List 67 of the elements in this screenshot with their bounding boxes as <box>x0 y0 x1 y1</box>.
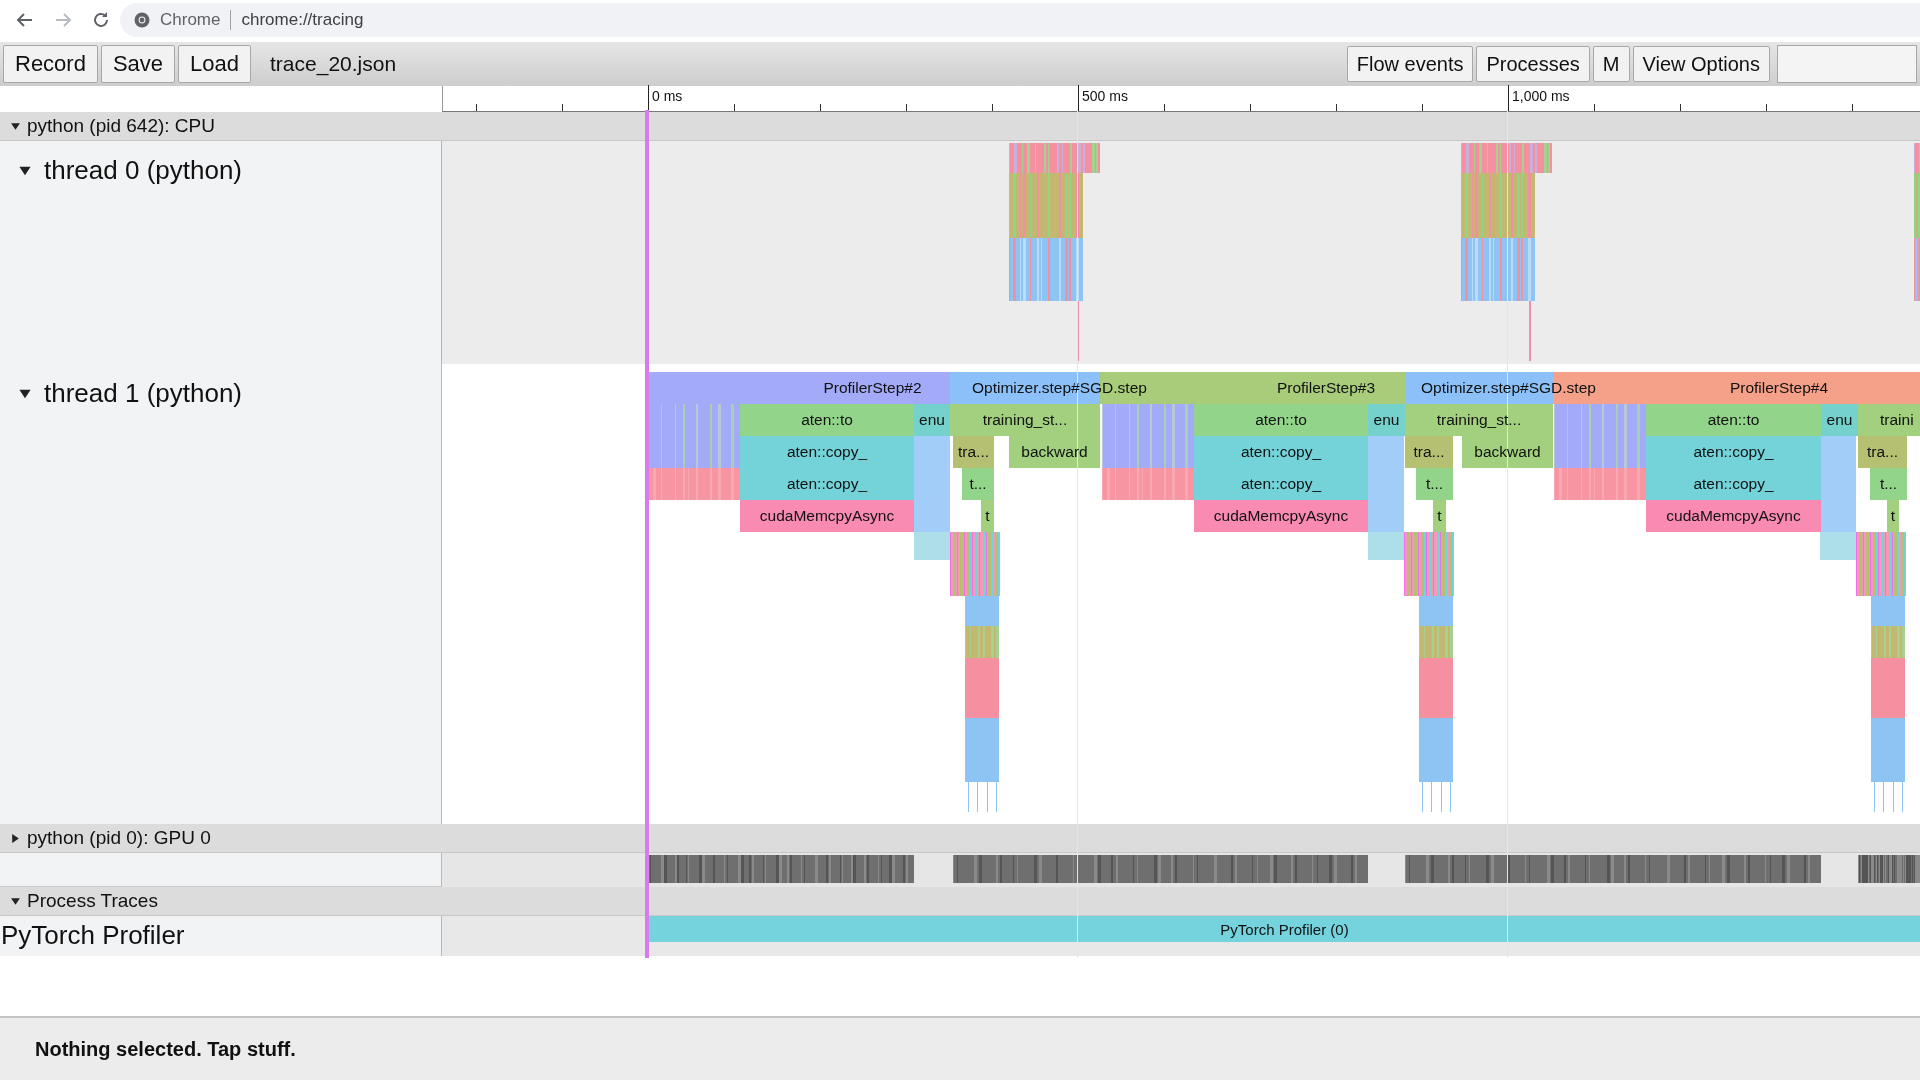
trace-slice[interactable]: training_st... <box>950 404 1100 436</box>
toolbar-button[interactable]: Load <box>178 45 252 83</box>
toolbar-button[interactable]: View Options <box>1632 46 1770 82</box>
trace-slice[interactable]: enu <box>914 404 950 436</box>
trace-slice[interactable]: aten::copy_ <box>1194 436 1368 468</box>
site-label: Chrome <box>160 10 221 30</box>
toolbar-button[interactable]: Processes <box>1476 46 1590 82</box>
trace-slice[interactable]: t <box>1433 500 1446 532</box>
collapse-triangle-icon[interactable] <box>10 120 21 132</box>
process-header[interactable]: python (pid 642): CPU <box>0 112 1920 141</box>
trace-slice[interactable]: cudaMemcpyAsync <box>1646 500 1821 532</box>
time-axis-label: 0 ms <box>652 88 683 104</box>
time-axis-label: 1,000 ms <box>1512 88 1570 104</box>
thread-title: thread 1 (python) <box>44 378 242 409</box>
collapse-triangle-icon[interactable] <box>10 895 21 907</box>
trace-slice[interactable]: aten::copy_ <box>740 436 914 468</box>
time-axis-label: 500 ms <box>1082 88 1128 104</box>
address-bar[interactable]: Chrome chrome://tracing <box>120 3 1920 37</box>
trace-slice[interactable]: t... <box>1416 468 1453 500</box>
chrome-logo-icon <box>134 12 150 28</box>
trace-slice[interactable]: ProfilerStep#4 <box>1600 372 1920 404</box>
trace-slice[interactable]: backward <box>1009 436 1100 468</box>
trace-slice[interactable]: enu <box>1368 404 1405 436</box>
trace-slice[interactable]: PyTorch Profiler (0) <box>649 916 1920 942</box>
trace-slice[interactable]: ProfilerStep#3 <box>1150 372 1405 404</box>
trace-slice[interactable]: t... <box>1870 468 1907 500</box>
expand-triangle-icon[interactable] <box>10 832 21 844</box>
trace-slice[interactable]: aten::copy_ <box>1646 468 1821 500</box>
trace-slice[interactable]: enu <box>1821 404 1858 436</box>
trace-slice[interactable]: traini <box>1858 404 1920 436</box>
toolbar-button[interactable]: M <box>1592 46 1630 82</box>
thread-title: PyTorch Profiler <box>1 920 185 951</box>
process-header[interactable]: Process Traces <box>0 887 1920 916</box>
trace-slice[interactable]: t <box>1887 500 1899 532</box>
trace-slice[interactable]: aten::copy_ <box>1646 436 1821 468</box>
process-title: Process Traces <box>27 890 158 912</box>
trace-slice[interactable]: aten::copy_ <box>1194 468 1368 500</box>
gpu-activity-bar <box>1858 855 1920 883</box>
status-text: Nothing selected. Tap stuff. <box>35 1037 296 1061</box>
trace-slice[interactable]: cudaMemcpyAsync <box>740 500 914 532</box>
trace-slice[interactable]: aten::to <box>1194 404 1368 436</box>
url-text: chrome://tracing <box>241 10 364 30</box>
reload-icon[interactable] <box>91 10 111 30</box>
toolbar-button[interactable]: Record <box>3 45 98 83</box>
trace-slice[interactable]: aten::to <box>1646 404 1821 436</box>
trace-slice[interactable]: cudaMemcpyAsync <box>1194 500 1368 532</box>
trace-slice[interactable]: t <box>981 500 994 532</box>
trace-slice[interactable]: tra... <box>1405 436 1453 468</box>
process-header[interactable]: python (pid 0): GPU 0 <box>0 824 1920 853</box>
thread-title: thread 0 (python) <box>44 155 242 186</box>
toolbar-button[interactable]: Flow events <box>1346 46 1474 82</box>
trace-slice[interactable]: tra... <box>1858 436 1907 468</box>
trace-slice[interactable]: aten::copy_ <box>740 468 914 500</box>
trace-slice[interactable]: aten::to <box>740 404 914 436</box>
trace-slice[interactable]: tra... <box>953 436 994 468</box>
trace-slice[interactable]: ProfilerStep#2 <box>649 372 950 404</box>
trace-slice[interactable]: Optimizer.step#SGD.step <box>950 372 1150 404</box>
search-field[interactable] <box>1777 45 1917 83</box>
trace-slice[interactable]: training_st... <box>1405 404 1553 436</box>
trace-slice[interactable]: backward <box>1462 436 1553 468</box>
trace-slice[interactable]: Optimizer.step#SGD.step <box>1405 372 1600 404</box>
file-name: trace_20.json <box>270 52 397 76</box>
toolbar-button[interactable]: Save <box>100 45 176 83</box>
process-title: python (pid 642): CPU <box>27 115 215 137</box>
process-title: python (pid 0): GPU 0 <box>27 827 211 849</box>
time-marker[interactable] <box>645 110 649 958</box>
trace-slice[interactable]: t... <box>962 468 994 500</box>
